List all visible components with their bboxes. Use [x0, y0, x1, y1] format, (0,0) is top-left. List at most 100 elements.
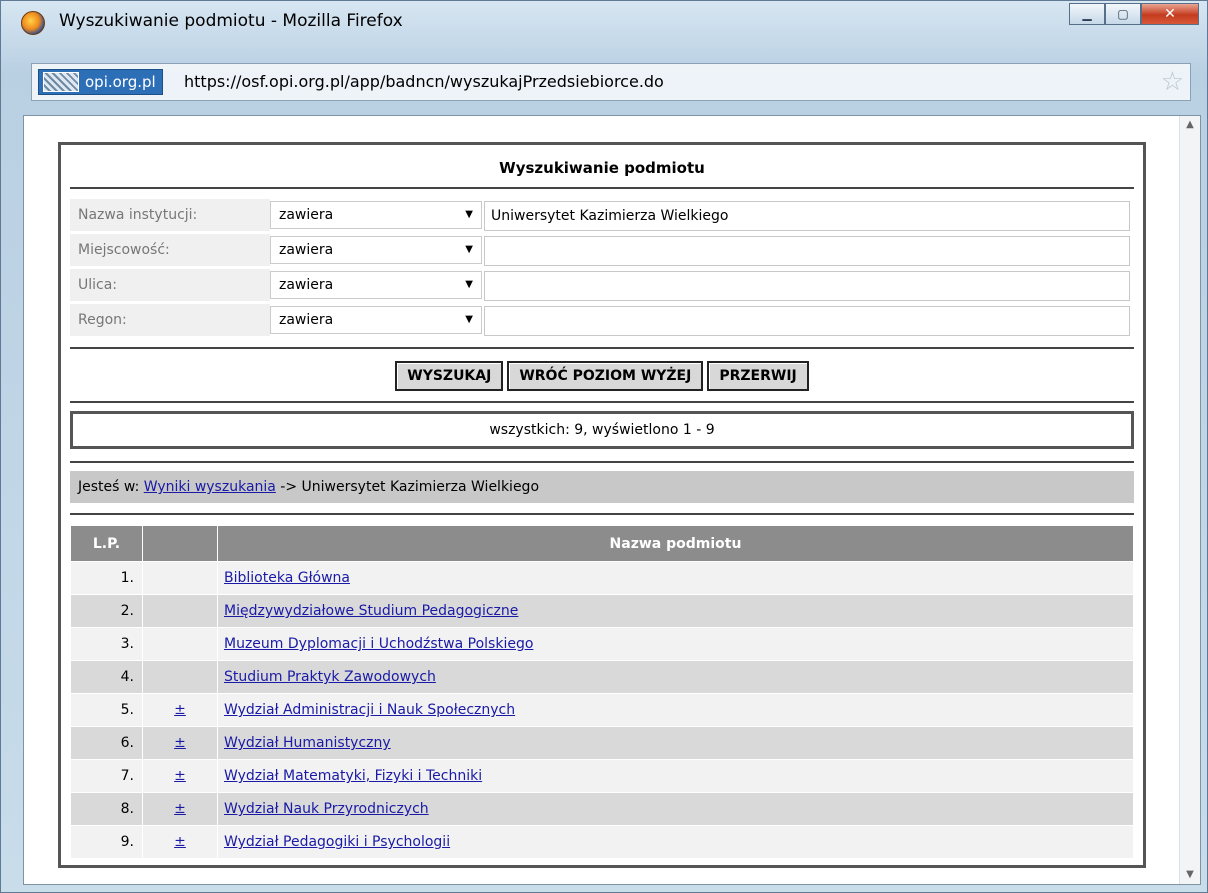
- form-row-name: Nazwa instytucji: zawiera ▼ Uniwersytet K…: [70, 199, 1134, 231]
- table-row: 3. Muzeum Dyplomacji i Uchodźstwa Polski…: [70, 627, 1134, 661]
- row-expand: [142, 594, 218, 628]
- name-operator-select[interactable]: zawiera ▼: [270, 201, 482, 229]
- row-name: Wydział Administracji i Nauk Społecznych: [217, 693, 1134, 727]
- row-name: Wydział Matematyki, Fizyki i Techniki: [217, 759, 1134, 793]
- level-up-button[interactable]: WRÓĆ POZIOM WYŻEJ: [507, 361, 704, 391]
- expand-toggle[interactable]: ±: [174, 801, 186, 817]
- table-row: 8. ± Wydział Nauk Przyrodniczych: [70, 792, 1134, 826]
- site-identity-button[interactable]: opi.org.pl: [38, 69, 163, 95]
- site-favicon-icon: [43, 72, 79, 92]
- title-bar: Wyszukiwanie podmiotu - Mozilla Firefox …: [1, 1, 1207, 45]
- maximize-icon: ▢: [1117, 7, 1129, 21]
- table-row: 2. Międzywydziałowe Studium Pedagogiczne: [70, 594, 1134, 628]
- row-expand: ±: [142, 792, 218, 826]
- search-panel: Wyszukiwanie podmiotu Nazwa instytucji: …: [58, 142, 1146, 868]
- table-row: 4. Studium Praktyk Zawodowych: [70, 660, 1134, 694]
- entity-link[interactable]: Międzywydziałowe Studium Pedagogiczne: [224, 603, 518, 619]
- regon-input[interactable]: [484, 306, 1130, 336]
- row-expand: ±: [142, 825, 218, 859]
- table-row: 6. ± Wydział Humanistyczny: [70, 726, 1134, 760]
- chevron-down-icon: ▼: [465, 279, 473, 290]
- divider: [70, 347, 1134, 349]
- column-header-expand: [142, 525, 218, 562]
- site-identity-label: opi.org.pl: [85, 73, 156, 91]
- search-button[interactable]: WYSZUKAJ: [395, 361, 504, 391]
- field-label: Regon:: [70, 304, 270, 336]
- row-number: 9.: [70, 825, 143, 859]
- scroll-down-icon[interactable]: ▼: [1180, 866, 1200, 884]
- row-name: Wydział Humanistyczny: [217, 726, 1134, 760]
- divider: [70, 187, 1134, 189]
- table-row: 7. ± Wydział Matematyki, Fizyki i Techni…: [70, 759, 1134, 793]
- table-row: 5. ± Wydział Administracji i Nauk Społec…: [70, 693, 1134, 727]
- button-row: WYSZUKAJ WRÓĆ POZIOM WYŻEJ PRZERWIJ: [70, 361, 1134, 391]
- divider: [70, 513, 1134, 515]
- street-operator-select[interactable]: zawiera ▼: [270, 271, 482, 299]
- row-number: 1.: [70, 561, 143, 595]
- minimize-button[interactable]: ▁: [1069, 3, 1105, 25]
- table-row: 9. ± Wydział Pedagogiki i Psychologii: [70, 825, 1134, 859]
- url-text[interactable]: https://osf.opi.org.pl/app/badncn/wyszuk…: [184, 72, 664, 91]
- entity-link[interactable]: Wydział Administracji i Nauk Społecznych: [224, 702, 515, 718]
- name-input[interactable]: Uniwersytet Kazimierza Wielkiego: [484, 201, 1130, 231]
- close-icon: ✕: [1164, 6, 1176, 22]
- browser-window: Wyszukiwanie podmiotu - Mozilla Firefox …: [0, 0, 1208, 893]
- minimize-icon: ▁: [1082, 7, 1092, 21]
- form-row-street: Ulica: zawiera ▼: [70, 269, 1134, 301]
- regon-operator-select[interactable]: zawiera ▼: [270, 306, 482, 334]
- table-header-row: L.P. Nazwa podmiotu: [70, 525, 1134, 562]
- entity-link[interactable]: Biblioteka Główna: [224, 570, 350, 586]
- row-name: Biblioteka Główna: [217, 561, 1134, 595]
- row-number: 8.: [70, 792, 143, 826]
- field-label: Miejscowość:: [70, 234, 270, 266]
- expand-toggle[interactable]: ±: [174, 702, 186, 718]
- row-number: 4.: [70, 660, 143, 694]
- table-row: 1. Biblioteka Główna: [70, 561, 1134, 595]
- row-number: 2.: [70, 594, 143, 628]
- entity-link[interactable]: Muzeum Dyplomacji i Uchodźstwa Polskiego: [224, 636, 533, 652]
- chevron-down-icon: ▼: [465, 244, 473, 255]
- row-number: 5.: [70, 693, 143, 727]
- expand-toggle[interactable]: ±: [174, 768, 186, 784]
- field-label: Nazwa instytucji:: [70, 199, 270, 231]
- street-input[interactable]: [484, 271, 1130, 301]
- select-value: zawiera: [279, 207, 334, 223]
- vertical-scrollbar[interactable]: ▲ ▼: [1179, 116, 1200, 884]
- city-input[interactable]: [484, 236, 1130, 266]
- row-expand: [142, 627, 218, 661]
- row-name: Studium Praktyk Zawodowych: [217, 660, 1134, 694]
- window-controls: ▁ ▢ ✕: [1069, 3, 1199, 25]
- row-name: Międzywydziałowe Studium Pedagogiczne: [217, 594, 1134, 628]
- entity-link[interactable]: Wydział Nauk Przyrodniczych: [224, 801, 429, 817]
- expand-toggle[interactable]: ±: [174, 735, 186, 751]
- divider: [70, 461, 1134, 463]
- maximize-button[interactable]: ▢: [1105, 3, 1141, 25]
- select-value: zawiera: [279, 312, 334, 328]
- select-value: zawiera: [279, 277, 334, 293]
- row-expand: [142, 561, 218, 595]
- breadcrumb-prefix: Jesteś w:: [78, 479, 144, 495]
- row-expand: ±: [142, 759, 218, 793]
- page-title: Wyszukiwanie podmiotu: [499, 159, 705, 177]
- results-table: L.P. Nazwa podmiotu 1. Biblioteka Główna: [70, 525, 1134, 859]
- row-expand: [142, 660, 218, 694]
- breadcrumb-current: -> Uniwersytet Kazimierza Wielkiego: [275, 479, 540, 495]
- entity-link[interactable]: Studium Praktyk Zawodowych: [224, 669, 436, 685]
- bookmark-star-icon[interactable]: ☆: [1161, 68, 1184, 96]
- entity-link[interactable]: Wydział Pedagogiki i Psychologii: [224, 834, 450, 850]
- city-operator-select[interactable]: zawiera ▼: [270, 236, 482, 264]
- row-number: 6.: [70, 726, 143, 760]
- select-value: zawiera: [279, 242, 334, 258]
- divider: [70, 401, 1134, 403]
- entity-link[interactable]: Wydział Matematyki, Fizyki i Techniki: [224, 768, 482, 784]
- form-row-regon: Regon: zawiera ▼: [70, 304, 1134, 336]
- address-bar[interactable]: opi.org.pl https://osf.opi.org.pl/app/ba…: [31, 63, 1191, 101]
- breadcrumb: Jesteś w: Wyniki wyszukania -> Uniwersyt…: [70, 471, 1134, 503]
- expand-toggle[interactable]: ±: [174, 834, 186, 850]
- close-button[interactable]: ✕: [1141, 3, 1199, 25]
- column-header-name: Nazwa podmiotu: [217, 525, 1134, 562]
- abort-button[interactable]: PRZERWIJ: [707, 361, 809, 391]
- breadcrumb-link[interactable]: Wyniki wyszukania: [144, 479, 276, 495]
- entity-link[interactable]: Wydział Humanistyczny: [224, 735, 391, 751]
- scroll-up-icon[interactable]: ▲: [1180, 116, 1200, 134]
